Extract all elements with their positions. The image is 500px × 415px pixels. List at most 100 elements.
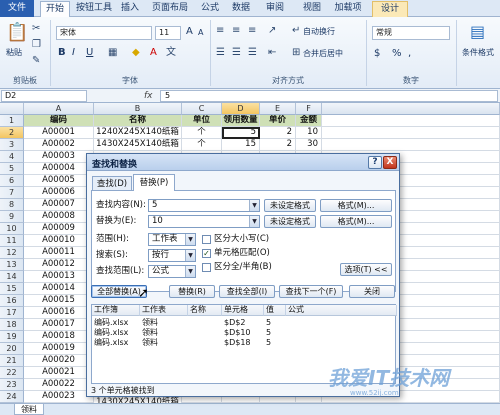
header-cell[interactable]: 单位 [182, 115, 222, 127]
align-right-icon[interactable]: ☰ [248, 47, 257, 59]
align-center-icon[interactable]: ☰ [232, 47, 241, 59]
wrap-text-icon[interactable]: ↵ [292, 25, 300, 37]
help-icon[interactable]: ? [368, 156, 382, 169]
results-cell[interactable]: $D$10 [222, 328, 251, 338]
name-box[interactable]: D2 [1, 90, 87, 102]
grid-cell[interactable] [322, 139, 500, 151]
row-header[interactable]: 18 [0, 319, 24, 331]
number-format-select[interactable]: 常规 [372, 26, 450, 40]
results-cell[interactable]: $D$2 [222, 318, 245, 328]
within-select[interactable]: 工作表 ▼ [148, 233, 196, 246]
results-cell[interactable]: 领料 [140, 318, 158, 328]
font-size-select[interactable]: 11 [155, 26, 181, 40]
merge-center-button[interactable]: 合并后居中 [303, 48, 343, 60]
row-header[interactable]: 10 [0, 223, 24, 235]
grid-cell[interactable]: A00002 [24, 139, 94, 151]
results-column-header[interactable]: 公式 [286, 305, 397, 316]
row-header[interactable]: 9 [0, 211, 24, 223]
row-header[interactable]: 7 [0, 187, 24, 199]
grid-cell[interactable]: A00021 [24, 367, 94, 379]
row-header[interactable]: 14 [0, 271, 24, 283]
match-cell-checkbox[interactable]: ✓ [202, 249, 211, 258]
results-cell[interactable]: 5 [264, 318, 271, 328]
align-bottom-icon[interactable]: ≡ [248, 25, 256, 37]
grid-cell[interactable]: A00007 [24, 199, 94, 211]
grid-cell[interactable]: A00015 [24, 295, 94, 307]
header-cell[interactable]: 编码 [24, 115, 94, 127]
tab-design[interactable]: 设计 [372, 1, 408, 17]
row-header[interactable]: 17 [0, 307, 24, 319]
column-header[interactable]: D [222, 103, 260, 115]
results-cell[interactable]: 领料 [140, 338, 158, 348]
merge-icon[interactable]: ⊞ [292, 47, 300, 59]
font-name-select[interactable]: 宋体 [56, 26, 152, 40]
results-cell[interactable]: 领料 [140, 328, 158, 338]
grid-cell[interactable]: A00020 [24, 355, 94, 367]
row-header[interactable]: 11 [0, 235, 24, 247]
column-header[interactable]: F [296, 103, 322, 115]
fill-color-icon[interactable]: ◆ [132, 47, 140, 59]
search-order-select[interactable]: 按行 ▼ [148, 249, 196, 262]
chevron-down-icon[interactable]: ▼ [249, 216, 259, 227]
grid-cell[interactable]: 1430X245X140纸箱 [94, 139, 182, 151]
row-header[interactable]: 24 [0, 391, 24, 403]
chevron-down-icon[interactable]: ▼ [185, 266, 195, 277]
column-header[interactable]: B [94, 103, 182, 115]
grid-cell[interactable]: A00012 [24, 259, 94, 271]
grid-cell[interactable]: A00001 [24, 127, 94, 139]
results-cell[interactable]: 5 [264, 338, 271, 348]
tab-file[interactable]: 文件 [0, 0, 34, 17]
tab-page-layout[interactable]: 页面布局 [147, 1, 193, 17]
header-cell[interactable]: 单价 [260, 115, 296, 127]
find-all-button[interactable]: 查找全部(I) [219, 285, 275, 298]
grid-cell[interactable]: A00018 [24, 331, 94, 343]
grid-cell[interactable]: A00003 [24, 151, 94, 163]
grid-cell[interactable]: 个 [182, 127, 222, 139]
grid-cell[interactable]: A00006 [24, 187, 94, 199]
conditional-format-button[interactable]: 条件格式 [462, 47, 494, 59]
decrease-font-button[interactable]: A [198, 27, 203, 39]
grid-cell[interactable]: A00014 [24, 283, 94, 295]
row-header[interactable]: 15 [0, 283, 24, 295]
results-cell[interactable]: 编码.xlsx [92, 328, 128, 338]
paste-button[interactable]: 粘贴 [6, 47, 22, 59]
row-header[interactable]: 22 [0, 367, 24, 379]
results-cell[interactable]: 5 [264, 328, 271, 338]
indent-icon[interactable]: ⇤ [268, 47, 276, 59]
copy-icon[interactable]: ❐ [32, 39, 41, 51]
results-column-header[interactable]: 名称 [188, 305, 222, 316]
grid-cell[interactable]: A00017 [24, 319, 94, 331]
look-in-select[interactable]: 公式 ▼ [148, 265, 196, 278]
results-cell[interactable]: 编码.xlsx [92, 338, 128, 348]
grid-cell[interactable]: 个 [182, 139, 222, 151]
grid-cell[interactable] [322, 115, 500, 127]
paste-icon[interactable]: 📋 [6, 23, 28, 43]
format-painter-icon[interactable]: ✎ [32, 55, 40, 67]
row-header[interactable]: 13 [0, 259, 24, 271]
grid-cell[interactable] [322, 127, 500, 139]
grid-cell[interactable]: 1240X245X140纸箱 [94, 127, 182, 139]
conditional-format-icon[interactable]: ▤ [470, 23, 485, 41]
font-color-icon[interactable]: A [150, 47, 157, 59]
row-header[interactable]: 3 [0, 139, 24, 151]
tab-data[interactable]: 数据 [228, 1, 254, 17]
grid-cell[interactable]: 2 [260, 127, 296, 139]
find-next-button[interactable]: 查找下一个(F) [279, 285, 343, 298]
replace-with-input[interactable]: 10 ▼ [148, 215, 260, 228]
chevron-down-icon[interactable]: ▼ [185, 250, 195, 261]
row-header[interactable]: 2 [0, 127, 24, 139]
options-button[interactable]: 选项(T) << [340, 263, 392, 276]
column-header[interactable]: E [260, 103, 296, 115]
phonetic-icon[interactable]: 文 [166, 47, 176, 59]
grid-cell[interactable]: A00011 [24, 247, 94, 259]
grid-cell[interactable]: 30 [296, 139, 322, 151]
results-column-header[interactable]: 工作表 [140, 305, 188, 316]
tab-insert[interactable]: 插入 [117, 1, 143, 17]
row-header[interactable]: 21 [0, 355, 24, 367]
column-header[interactable]: A [24, 103, 94, 115]
row-header[interactable]: 16 [0, 295, 24, 307]
grid-cell[interactable]: A00016 [24, 307, 94, 319]
header-cell[interactable]: 名称 [94, 115, 182, 127]
borders-icon[interactable]: ▦ [108, 47, 117, 59]
column-header[interactable]: C [182, 103, 222, 115]
